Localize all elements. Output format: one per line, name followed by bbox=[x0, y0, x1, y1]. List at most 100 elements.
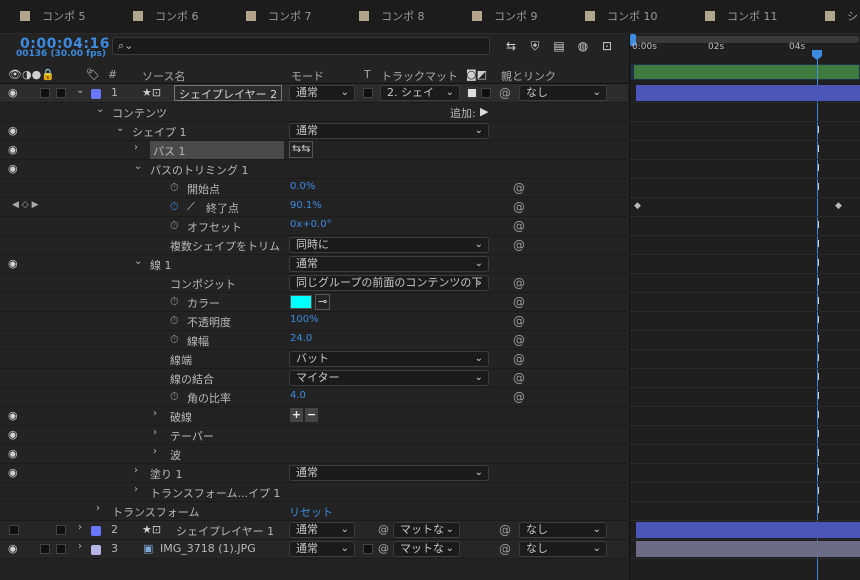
wave-row[interactable]: ◉ › 波 bbox=[0, 445, 628, 464]
layer-row-1[interactable]: ◉ ⌄ 1 ★⊡ シェイプレイヤー 2 通常 ⌄ 2. シェイ ⌄ @ なし ⌄ bbox=[0, 84, 628, 103]
layer-label-color[interactable] bbox=[91, 545, 101, 555]
chevron-right-icon[interactable]: › bbox=[134, 142, 138, 153]
stroke-row[interactable]: ◉ ⌄ 線 1 通常 ⌄ bbox=[0, 255, 628, 274]
chevron-right-icon[interactable]: › bbox=[78, 541, 82, 552]
solo-toggle[interactable] bbox=[40, 544, 50, 554]
motion-blur-icon[interactable]: ◍ bbox=[575, 38, 591, 54]
layer-name[interactable]: IMG_3718 (1).JPG bbox=[160, 542, 256, 555]
chevron-right-icon[interactable]: › bbox=[153, 427, 157, 438]
stroke-width-row[interactable]: ⏱ 線幅 24.0 @ bbox=[0, 331, 628, 350]
timeline-panel[interactable]: 0:00s 02s 04s I I I I ◆ ◆ I I I I I I I … bbox=[629, 34, 860, 580]
stopwatch-icon[interactable]: ⏱ bbox=[170, 314, 179, 328]
eye-icon[interactable]: ◉ bbox=[8, 447, 18, 460]
layer2-duration-bar[interactable] bbox=[636, 522, 860, 538]
keyframe-diamond-icon[interactable]: ◆ bbox=[634, 201, 641, 211]
layer-label-color[interactable] bbox=[91, 526, 101, 536]
layer-name[interactable]: シェイプレイヤー 1 bbox=[176, 523, 274, 539]
stopwatch-icon[interactable]: ⏱ bbox=[170, 390, 179, 404]
invert-matte-toggle[interactable] bbox=[481, 88, 491, 98]
pickwhip-icon[interactable]: @ bbox=[499, 86, 511, 100]
trim-multiple-dropdown[interactable]: 同時に ⌄ bbox=[289, 237, 489, 253]
tab-comp9[interactable]: コンポ 9 bbox=[472, 0, 538, 33]
stopwatch-icon[interactable]: ⏱ bbox=[170, 295, 179, 309]
preserve-transparency-toggle[interactable] bbox=[363, 88, 373, 98]
eye-icon[interactable]: ◉ bbox=[8, 409, 18, 422]
stopwatch-icon[interactable]: ⏱ bbox=[170, 181, 179, 195]
chevron-down-icon[interactable]: ⌄ bbox=[96, 104, 104, 115]
layer-row-2[interactable]: › 2 ★⊡ シェイプレイヤー 1 通常 ⌄ @ マットな ⌄ @ なし ⌄ bbox=[0, 521, 628, 540]
stroke-opacity-row[interactable]: ⏱ 不透明度 100% @ bbox=[0, 312, 628, 331]
alpha-matte-toggle[interactable] bbox=[466, 87, 478, 99]
expression-pickwhip-icon[interactable]: @ bbox=[513, 200, 525, 214]
trackmatte-dropdown[interactable]: マットな ⌄ bbox=[393, 522, 460, 538]
trim-end-row[interactable]: ◀ ◇ ▶ ⏱ ⟋ 終了点 90.1% @ bbox=[0, 198, 628, 217]
stopwatch-icon[interactable]: ⏱ bbox=[170, 333, 179, 347]
chevron-right-icon[interactable]: › bbox=[153, 446, 157, 457]
source-name-header[interactable]: ソース名 bbox=[142, 68, 185, 84]
expression-pickwhip-icon[interactable]: @ bbox=[513, 371, 525, 385]
shape-transform-row[interactable]: › トランスフォーム...イプ 1 bbox=[0, 483, 628, 502]
eyedropper-icon[interactable]: ⊸ bbox=[315, 294, 331, 310]
eye-icon[interactable]: ◉ bbox=[8, 466, 18, 479]
layer-label-color[interactable] bbox=[91, 89, 101, 99]
parent-header[interactable]: 親とリンク bbox=[501, 68, 556, 84]
add-label[interactable]: 追加: bbox=[450, 105, 476, 121]
layer1-duration-bar[interactable] bbox=[636, 85, 860, 101]
preserve-transparency-toggle[interactable] bbox=[363, 544, 373, 554]
eye-icon[interactable]: ◉ bbox=[8, 143, 18, 156]
expression-pickwhip-icon[interactable]: @ bbox=[513, 314, 525, 328]
frame-blending-icon[interactable]: ▤ bbox=[551, 38, 567, 54]
eye-icon[interactable]: ◉ bbox=[8, 257, 18, 270]
eye-icon[interactable]: ◉ bbox=[8, 124, 18, 137]
tab-comp6[interactable]: コンポ 6 bbox=[133, 0, 199, 33]
lock-toggle[interactable] bbox=[56, 525, 66, 535]
mode-header[interactable]: モード bbox=[291, 68, 324, 84]
tab-comp5[interactable]: コンポ 5 bbox=[20, 0, 86, 33]
trim-multiple-row[interactable]: 複数シェイプをトリム 同時に ⌄ @ bbox=[0, 236, 628, 255]
tab-overflow[interactable]: シ bbox=[825, 0, 858, 33]
expression-pickwhip-icon[interactable]: @ bbox=[513, 181, 525, 195]
eye-icon[interactable]: ◉ bbox=[8, 162, 18, 175]
pickwhip-icon[interactable]: @ bbox=[499, 523, 511, 537]
composite-dropdown[interactable]: 同じグループの前面のコンテンツの下 ⌄ bbox=[289, 275, 489, 291]
path1-label[interactable]: パス 1 bbox=[150, 141, 284, 159]
trackmatte-dropdown[interactable]: マットな ⌄ bbox=[393, 541, 460, 557]
trim-offset-row[interactable]: ⏱ オフセット 0x+0.0° @ bbox=[0, 217, 628, 236]
stroke-miter-row[interactable]: ⏱ 角の比率 4.0 @ bbox=[0, 388, 628, 407]
parent-dropdown[interactable]: なし ⌄ bbox=[519, 541, 607, 557]
parent-dropdown[interactable]: なし ⌄ bbox=[519, 85, 607, 101]
mode-dropdown[interactable]: 通常 ⌄ bbox=[289, 522, 355, 538]
stroke-cap-row[interactable]: 線端 バット ⌄ @ bbox=[0, 350, 628, 369]
expression-pickwhip-icon[interactable]: @ bbox=[513, 238, 525, 252]
line-join-dropdown[interactable]: マイター ⌄ bbox=[289, 370, 489, 386]
trim-paths-row[interactable]: ◉ ⌄ パスのトリミング 1 bbox=[0, 160, 628, 179]
stopwatch-active-icon[interactable]: ⏱ bbox=[170, 200, 179, 214]
contents-row[interactable]: ⌄ コンテンツ 追加: ▶ bbox=[0, 103, 628, 122]
chevron-down-icon[interactable]: ⌄ bbox=[76, 85, 84, 96]
chevron-right-icon[interactable]: › bbox=[78, 522, 82, 533]
expression-pickwhip-icon[interactable]: @ bbox=[513, 352, 525, 366]
stroke-color-swatch[interactable] bbox=[290, 295, 312, 309]
add-arrow-icon[interactable]: ▶ bbox=[480, 105, 488, 118]
search-input[interactable]: ⌕⌄ bbox=[112, 37, 490, 55]
line-cap-dropdown[interactable]: バット ⌄ bbox=[289, 351, 489, 367]
pickwhip-icon[interactable]: @ bbox=[378, 542, 389, 555]
expression-pickwhip-icon[interactable]: @ bbox=[513, 390, 525, 404]
remove-dash-button[interactable]: − bbox=[305, 408, 318, 422]
taper-row[interactable]: ◉ › テーパー bbox=[0, 426, 628, 445]
layer-row-3[interactable]: ◉ › 3 ▣ IMG_3718 (1).JPG 通常 ⌄ @ マットな ⌄ @ な… bbox=[0, 540, 628, 559]
chevron-down-icon[interactable]: ⌄ bbox=[116, 123, 124, 134]
num-column-header[interactable]: # bbox=[108, 68, 117, 81]
eye-icon[interactable]: ◉ bbox=[8, 428, 18, 441]
mode-dropdown[interactable]: 通常 ⌄ bbox=[289, 541, 355, 557]
reset-link[interactable]: リセット bbox=[289, 504, 333, 520]
fill-row[interactable]: ◉ › 塗り 1 通常 ⌄ bbox=[0, 464, 628, 483]
layer3-duration-bar[interactable] bbox=[636, 541, 860, 557]
chevron-right-icon[interactable]: › bbox=[134, 484, 138, 495]
tab-comp8[interactable]: コンポ 8 bbox=[359, 0, 425, 33]
expression-pickwhip-icon[interactable]: @ bbox=[513, 276, 525, 290]
offset-value[interactable]: 0x+0.0° bbox=[290, 219, 332, 230]
mode-dropdown[interactable]: 通常 ⌄ bbox=[289, 85, 355, 101]
video-toggle[interactable] bbox=[9, 525, 19, 535]
fill-mode-dropdown[interactable]: 通常 ⌄ bbox=[289, 465, 489, 481]
